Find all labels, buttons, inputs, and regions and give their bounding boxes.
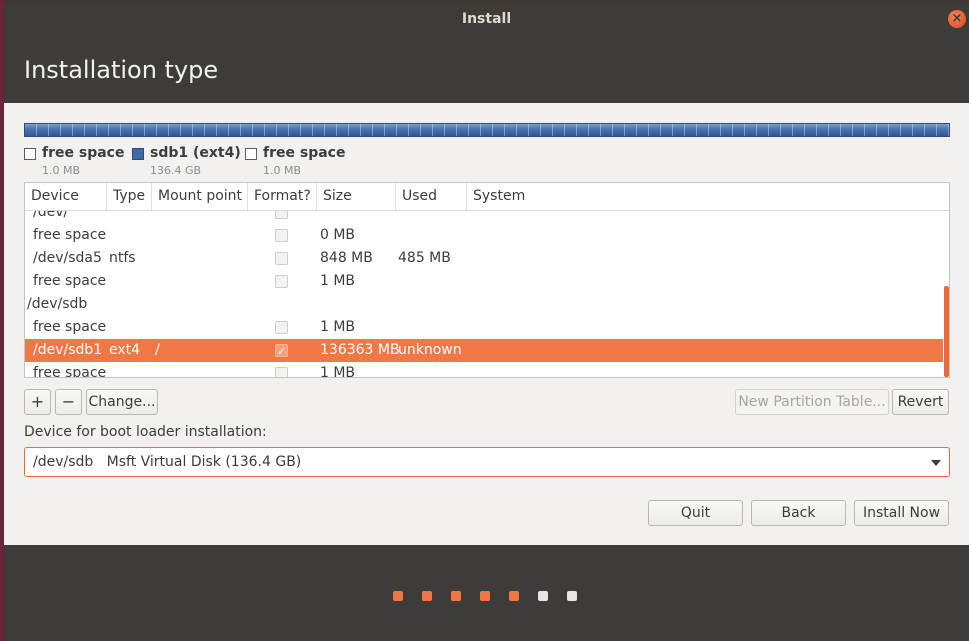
remove-partition-button[interactable]: − — [55, 389, 82, 415]
install-now-button[interactable]: Install Now — [854, 500, 949, 526]
cell-mount-point: / — [155, 342, 160, 358]
titlebar: Install × — [4, 4, 969, 34]
progress-dot-complete — [393, 591, 403, 601]
cell-device: free space — [33, 365, 107, 377]
format-checkbox[interactable] — [275, 367, 288, 377]
format-checkbox[interactable] — [275, 211, 288, 219]
revert-button[interactable]: Revert — [892, 389, 949, 415]
column-header-system[interactable]: System — [467, 183, 947, 210]
column-header-device[interactable]: Device — [25, 183, 107, 210]
header: Installation type — [4, 34, 969, 103]
table-row[interactable]: free space 1 MB — [25, 362, 943, 377]
column-header-size[interactable]: Size — [317, 183, 396, 210]
page-title: Installation type — [24, 56, 219, 84]
cell-type: ntfs — [109, 250, 136, 266]
quit-button[interactable]: Quit — [648, 500, 743, 526]
cell-size: 848 MB — [320, 250, 373, 266]
cell-device: free space — [33, 319, 107, 335]
cell-device: /dev/ — [33, 211, 69, 220]
cell-size: 0 MB — [320, 227, 356, 243]
table-scrollbar[interactable] — [943, 211, 949, 377]
progress-dot-complete — [451, 591, 461, 601]
legend-swatch — [24, 148, 36, 160]
progress-dot-complete — [480, 591, 490, 601]
close-button[interactable]: × — [948, 10, 966, 28]
cell-size: 1 MB — [320, 273, 356, 289]
table-row[interactable]: /dev/sdb — [25, 293, 943, 316]
table-row[interactable]: /dev/sdb1 ext4 / 136363 MB unknown ✓ — [25, 339, 943, 362]
table-row[interactable]: free space 1 MB — [25, 316, 943, 339]
dropdown-arrow-icon — [931, 460, 941, 466]
cell-size: 136363 MB — [320, 342, 400, 358]
progress-dot-complete — [509, 591, 519, 601]
column-header-format[interactable]: Format? — [248, 183, 317, 210]
partition-table: Device Type Mount point Format? Size Use… — [24, 182, 950, 378]
table-row[interactable]: /dev/ — [25, 211, 943, 224]
cell-device: free space — [33, 227, 107, 243]
change-partition-button[interactable]: Change... — [86, 389, 158, 415]
installer-window: Install × Installation type free space 1… — [4, 4, 969, 641]
footer — [4, 545, 969, 641]
window-title: Install — [461, 11, 512, 27]
cell-device: free space — [33, 273, 107, 289]
table-header: Device Type Mount point Format? Size Use… — [25, 183, 949, 211]
add-partition-button[interactable]: + — [24, 389, 51, 415]
cell-device: /dev/sdb1 — [33, 342, 103, 358]
scrollbar-thumb[interactable] — [944, 286, 949, 377]
table-body: /dev/free space 0 MB/dev/sda5 ntfs 848 MB 48… — [25, 211, 949, 377]
legend-swatch — [245, 148, 257, 160]
cell-size: 1 MB — [320, 319, 356, 335]
legend-size: 1.0 MB — [263, 164, 302, 177]
progress-dot-pending — [538, 591, 548, 601]
table-row[interactable]: free space 1 MB — [25, 270, 943, 293]
disk-usage-bar — [24, 123, 950, 137]
checkmark-icon: ✓ — [277, 345, 287, 358]
bootloader-label: Device for boot loader installation: — [24, 424, 267, 440]
format-checkbox[interactable] — [275, 321, 288, 334]
cell-used: unknown — [398, 342, 462, 358]
column-header-mount-point[interactable]: Mount point — [152, 183, 248, 210]
main-content: free space 1.0 MB sdb1 (ext4) 136.4 GB f… — [4, 103, 969, 545]
legend-name: free space — [263, 145, 346, 161]
column-header-used[interactable]: Used — [396, 183, 467, 210]
cell-used: 485 MB — [398, 250, 451, 266]
bootloader-device-value: /dev/sdb Msft Virtual Disk (136.4 GB) — [33, 454, 302, 470]
legend-size: 136.4 GB — [150, 164, 202, 177]
format-checkbox[interactable] — [275, 229, 288, 242]
progress-dot-pending — [567, 591, 577, 601]
bootloader-device-select[interactable]: /dev/sdb Msft Virtual Disk (136.4 GB) — [24, 447, 950, 477]
cell-device: /dev/sdb — [27, 296, 88, 312]
legend-name: free space — [42, 145, 125, 161]
format-checkbox[interactable]: ✓ — [275, 344, 288, 358]
table-row[interactable]: /dev/sda5 ntfs 848 MB 485 MB — [25, 247, 943, 270]
format-checkbox[interactable] — [275, 275, 288, 288]
progress-dot-complete — [422, 591, 432, 601]
legend-size: 1.0 MB — [42, 164, 81, 177]
table-row[interactable]: free space 0 MB — [25, 224, 943, 247]
new-partition-table-button[interactable]: New Partition Table... — [735, 389, 889, 415]
cell-device: /dev/sda5 — [33, 250, 102, 266]
cell-size: 1 MB — [320, 365, 356, 377]
close-icon: × — [951, 11, 963, 26]
column-header-type[interactable]: Type — [107, 183, 152, 210]
back-button[interactable]: Back — [751, 500, 846, 526]
legend-swatch — [132, 148, 144, 160]
cell-type: ext4 — [109, 342, 141, 358]
format-checkbox[interactable] — [275, 252, 288, 265]
legend-name: sdb1 (ext4) — [150, 145, 241, 161]
